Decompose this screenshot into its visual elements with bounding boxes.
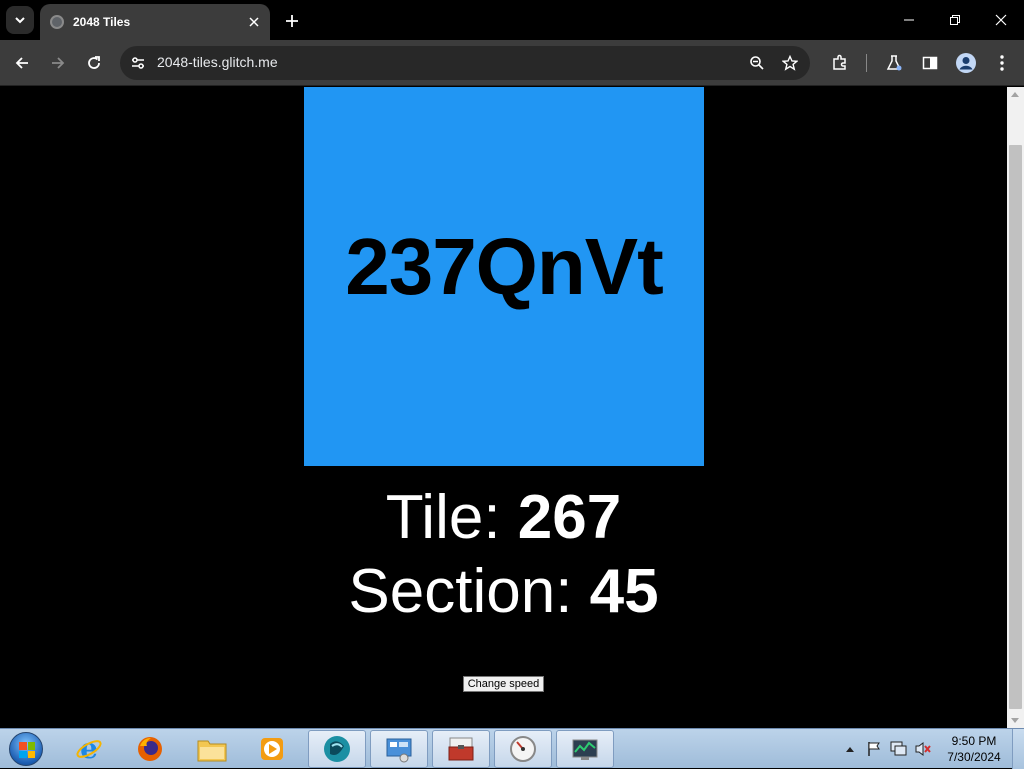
scroll-thumb[interactable] bbox=[1009, 145, 1022, 709]
volume-tray[interactable] bbox=[912, 729, 934, 769]
section-number: 45 bbox=[589, 557, 659, 626]
tile-label: Tile: bbox=[385, 483, 518, 552]
bookmark-button[interactable] bbox=[780, 53, 800, 73]
flag-icon bbox=[868, 742, 880, 756]
system-clock[interactable]: 9:50 PM 7/30/2024 bbox=[936, 733, 1012, 765]
start-button[interactable] bbox=[6, 731, 46, 767]
taskbar-file-explorer[interactable] bbox=[183, 730, 241, 768]
avatar-icon bbox=[956, 53, 976, 73]
control-panel-icon bbox=[386, 738, 412, 763]
change-speed-button[interactable]: Change speed bbox=[463, 676, 544, 692]
clock-time: 9:50 PM bbox=[951, 734, 997, 748]
taskbar-firefox[interactable] bbox=[121, 730, 179, 768]
labs-button[interactable] bbox=[882, 51, 906, 75]
tile-number: 267 bbox=[517, 483, 622, 552]
minimize-icon bbox=[904, 19, 914, 21]
tab-strip: 2048 Tiles bbox=[0, 0, 1024, 40]
toolbar-divider bbox=[866, 54, 867, 72]
tab-title: 2048 Tiles bbox=[73, 15, 131, 29]
taskbar-app-active[interactable] bbox=[308, 730, 366, 768]
restore-button[interactable] bbox=[932, 0, 978, 40]
browser-toolbar: 2048-tiles.glitch.me bbox=[0, 40, 1024, 86]
action-center-tray[interactable] bbox=[864, 729, 884, 769]
taskbar-network-monitor[interactable] bbox=[556, 730, 614, 768]
scroll-down-arrow[interactable] bbox=[1011, 718, 1019, 723]
svg-text:e: e bbox=[80, 734, 98, 764]
folder-icon bbox=[197, 740, 227, 762]
address-bar[interactable]: 2048-tiles.glitch.me bbox=[120, 46, 810, 80]
taskbar: e 9:50 PM 7/30/2024 bbox=[0, 728, 1024, 769]
more-vert-icon bbox=[1000, 55, 1004, 71]
tab-close-button[interactable] bbox=[244, 12, 264, 32]
speedometer-icon bbox=[510, 736, 536, 762]
reload-icon bbox=[88, 56, 100, 69]
reload-button[interactable] bbox=[80, 49, 108, 77]
app-icon bbox=[324, 736, 350, 762]
extensions-button[interactable] bbox=[828, 51, 852, 75]
profile-button[interactable] bbox=[954, 51, 978, 75]
zoom-out-icon bbox=[750, 56, 764, 70]
puzzle-icon bbox=[833, 54, 846, 70]
tile-display: 237QnVt bbox=[304, 87, 704, 466]
section-counter: Section: 45 bbox=[0, 561, 1007, 623]
page-scrollbar[interactable] bbox=[1007, 87, 1024, 728]
firefox-icon bbox=[138, 737, 162, 761]
site-info-button[interactable] bbox=[128, 53, 148, 73]
tile-code: 237QnVt bbox=[345, 221, 664, 311]
scroll-up-arrow[interactable] bbox=[1011, 92, 1019, 97]
show-desktop-button[interactable] bbox=[1012, 729, 1024, 769]
zoom-button[interactable] bbox=[747, 53, 767, 73]
menu-button[interactable] bbox=[990, 51, 1014, 75]
windows-logo-icon bbox=[9, 732, 43, 766]
tab-search-button[interactable] bbox=[6, 6, 34, 34]
globe-icon bbox=[50, 15, 64, 29]
side-panel-icon bbox=[922, 56, 938, 70]
forward-button[interactable] bbox=[44, 49, 72, 77]
close-icon bbox=[249, 17, 259, 27]
show-hidden-icons-button[interactable] bbox=[842, 729, 858, 769]
volume-muted-icon bbox=[915, 742, 931, 756]
flask-icon bbox=[886, 55, 902, 71]
network-tray[interactable] bbox=[888, 729, 910, 769]
minimize-button[interactable] bbox=[886, 0, 932, 40]
new-tab-button[interactable] bbox=[280, 9, 304, 33]
close-window-button[interactable] bbox=[978, 0, 1024, 40]
taskbar-internet-explorer[interactable]: e bbox=[60, 730, 118, 768]
network-monitor-icon bbox=[572, 739, 598, 760]
arrow-left-icon bbox=[15, 57, 28, 69]
plus-icon bbox=[286, 15, 298, 27]
taskbar-media-player[interactable] bbox=[243, 730, 301, 768]
section-label: Section: bbox=[348, 557, 590, 626]
chevron-down-icon bbox=[15, 17, 25, 24]
url-text: 2048-tiles.glitch.me bbox=[157, 54, 278, 70]
side-panel-button[interactable] bbox=[918, 51, 942, 75]
tab-active[interactable]: 2048 Tiles bbox=[40, 4, 270, 40]
taskbar-toolbox[interactable] bbox=[432, 730, 490, 768]
arrow-right-icon bbox=[52, 57, 65, 69]
clock-date: 7/30/2024 bbox=[947, 750, 1001, 764]
taskbar-control-panel[interactable] bbox=[370, 730, 428, 768]
close-icon bbox=[995, 14, 1007, 26]
tune-icon bbox=[132, 57, 144, 69]
taskbar-speedometer[interactable] bbox=[494, 730, 552, 768]
restore-icon bbox=[950, 15, 960, 25]
tile-counter: Tile: 267 bbox=[0, 487, 1007, 549]
media-player-icon bbox=[261, 738, 283, 760]
star-icon bbox=[782, 55, 798, 71]
network-icon bbox=[890, 741, 907, 756]
toolbox-icon bbox=[448, 737, 474, 761]
chevron-up-icon bbox=[846, 747, 854, 752]
page-viewport: 237QnVt Tile: 267 Section: 45 Change spe… bbox=[0, 87, 1007, 728]
internet-explorer-icon: e bbox=[76, 734, 102, 764]
back-button[interactable] bbox=[8, 49, 36, 77]
